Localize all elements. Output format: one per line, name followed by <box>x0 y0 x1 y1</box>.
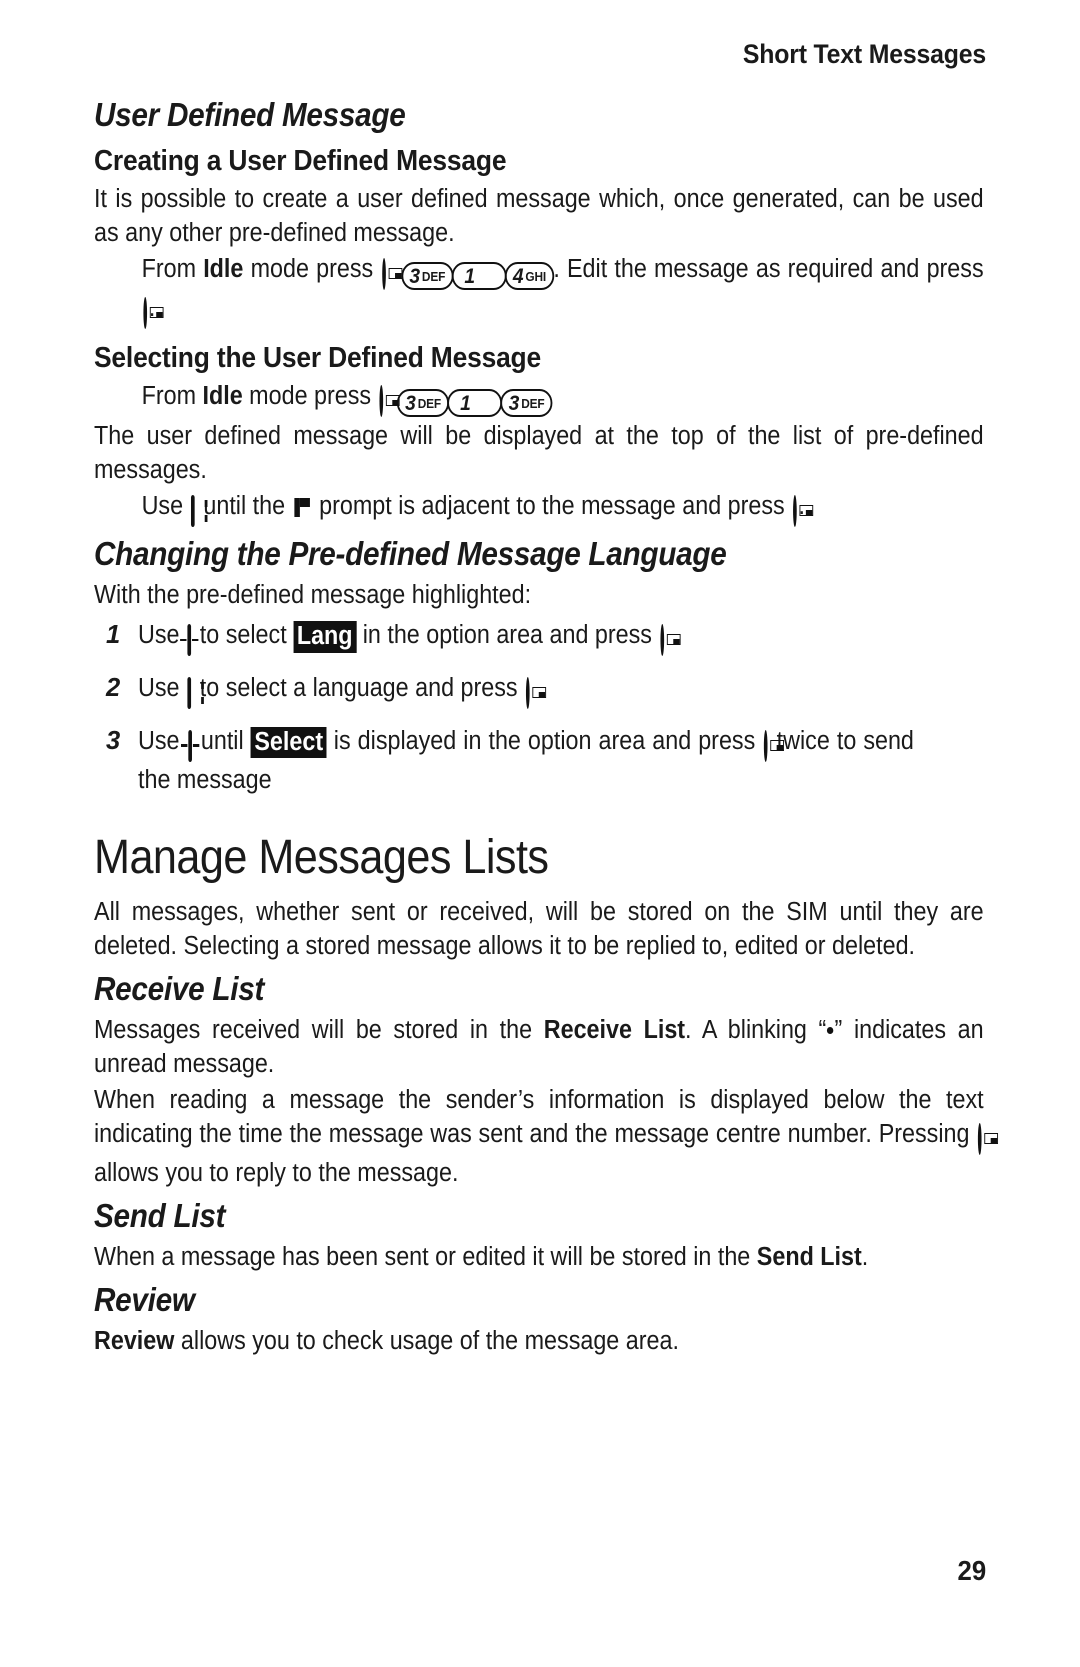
idle-mode-label: Idle <box>202 381 243 410</box>
step-mid: to select a language and press <box>193 673 525 702</box>
document-page: Short Text Messages User Defined Message… <box>0 0 1080 1667</box>
idle-mode-label: Idle <box>203 254 244 283</box>
heading-review: Review <box>94 1280 195 1318</box>
instruction-mid: until the <box>196 492 292 521</box>
key-3-def-icon: 3 DEF <box>401 262 454 291</box>
paragraph-review: Review allows you to check usage of the … <box>94 1325 984 1359</box>
instruction-creating-keys: From Idle mode press 3 DEF 1 4 GHI. Edit the… <box>94 253 984 331</box>
heading-send-list: Send List <box>94 1196 226 1234</box>
page-number: 29 <box>957 1555 986 1586</box>
instruction-after-keys: . Edit the message as required and press <box>553 254 984 283</box>
nav-left-right-icon <box>187 624 192 658</box>
step-mid: to select <box>193 621 294 650</box>
option-highlight-lang: Lang <box>293 621 357 653</box>
softkey-icon <box>978 1122 982 1157</box>
instruction-mid: mode press <box>242 381 378 410</box>
numbered-steps-list: 1 Use to select Lang in the option area … <box>94 619 986 798</box>
review-label: Review <box>94 1326 175 1355</box>
step-post: is displayed in the option area and pres… <box>326 726 763 755</box>
key-1-icon: 1 <box>451 262 507 291</box>
step-prefix: Use <box>138 673 186 702</box>
heading-manage-messages-lists: Manage Messages Lists <box>94 830 549 884</box>
instruction-use-prompt: Use until the prompt is adjacent to the … <box>94 490 984 529</box>
prompt-marker-icon <box>294 498 310 518</box>
heading-selecting-user-defined-message: Selecting the User Defined Message <box>94 341 541 374</box>
softkey-icon <box>660 624 664 658</box>
step-mid: until <box>193 726 251 755</box>
text-c: . <box>861 1242 869 1271</box>
text-a: When a message has been sent or edited i… <box>94 1242 757 1271</box>
heading-changing-language: Changing the Pre-defined Message Languag… <box>94 535 727 573</box>
nav-up-down-icon <box>191 495 196 529</box>
softkey-icon <box>525 676 530 711</box>
text-c: . A blinking “ <box>685 1016 827 1045</box>
text-b: allows you to reply to the message. <box>94 1158 459 1187</box>
heading-user-defined-message: User Defined Message <box>94 96 406 134</box>
nav-up-down-icon <box>187 676 192 711</box>
softkey-icon <box>379 384 384 419</box>
text-a: Messages received will be stored in the <box>94 1016 544 1045</box>
paragraph-selecting-body: The user defined message will be display… <box>94 422 984 485</box>
paragraph-creating-intro: It is possible to create a user defined … <box>94 185 984 248</box>
heading-receive-list: Receive List <box>94 970 265 1008</box>
instruction-after-marker: prompt is adjacent to the message and pr… <box>312 492 792 521</box>
softkey-icon <box>764 729 768 764</box>
step-text: Use to select Lang in the option area an… <box>138 619 914 658</box>
instruction-prefix: From <box>141 254 204 283</box>
softkey-icon <box>382 257 386 292</box>
list-item: 3 Use until Select is displayed in the o… <box>94 725 986 798</box>
list-item: 2 Use to select a language and press <box>94 672 986 711</box>
text-a: When reading a message the sender’s info… <box>94 1086 984 1148</box>
nav-left-right-icon <box>188 729 193 764</box>
step-number: 2 <box>106 673 121 702</box>
step-text: Use until Select is displayed in the opt… <box>138 725 914 798</box>
heading-creating-user-defined-message: Creating a User Defined Message <box>94 145 507 178</box>
receive-list-label: Receive List <box>543 1016 686 1045</box>
running-header: Short Text Messages <box>742 39 986 69</box>
step-number: 3 <box>106 726 121 755</box>
instruction-mid: mode press <box>243 254 381 283</box>
paragraph-changing-language-intro: With the pre-defined message highlighted… <box>94 581 532 610</box>
step-post: in the option area and press <box>356 621 659 650</box>
step-prefix: Use <box>138 621 186 650</box>
instruction-selecting-keys: From Idle mode press 3 DEF 1 3 DEF <box>94 380 984 419</box>
key-3-def-icon: 3 DEF <box>500 389 553 418</box>
step-text: Use to select a language and press <box>138 672 914 711</box>
step-number: 1 <box>106 621 121 650</box>
key-1-icon: 1 <box>447 389 503 418</box>
step-prefix: Use <box>138 726 187 755</box>
paragraph-receive-list-1: Messages received will be stored in the … <box>94 1014 984 1082</box>
paragraph-receive-list-2: When reading a message the sender’s info… <box>94 1084 984 1191</box>
send-list-label: Send List <box>756 1242 862 1271</box>
paragraph-send-list: When a message has been sent or edited i… <box>94 1241 984 1275</box>
softkey-icon <box>793 495 797 529</box>
option-highlight-select: Select <box>250 726 327 759</box>
key-3-def-icon: 3 DEF <box>396 389 450 418</box>
text-b: allows you to check usage of the message… <box>174 1326 679 1355</box>
softkey-icon <box>143 296 148 331</box>
key-4-ghi-icon: 4 GHI <box>504 262 555 291</box>
instruction-prefix: From <box>141 381 203 410</box>
blinking-dot-icon <box>827 1027 834 1035</box>
list-item: 1 Use to select Lang in the option area … <box>94 619 986 658</box>
instruction-prefix: Use <box>141 492 190 521</box>
paragraph-manage-messages-intro: All messages, whether sent or received, … <box>94 898 984 961</box>
